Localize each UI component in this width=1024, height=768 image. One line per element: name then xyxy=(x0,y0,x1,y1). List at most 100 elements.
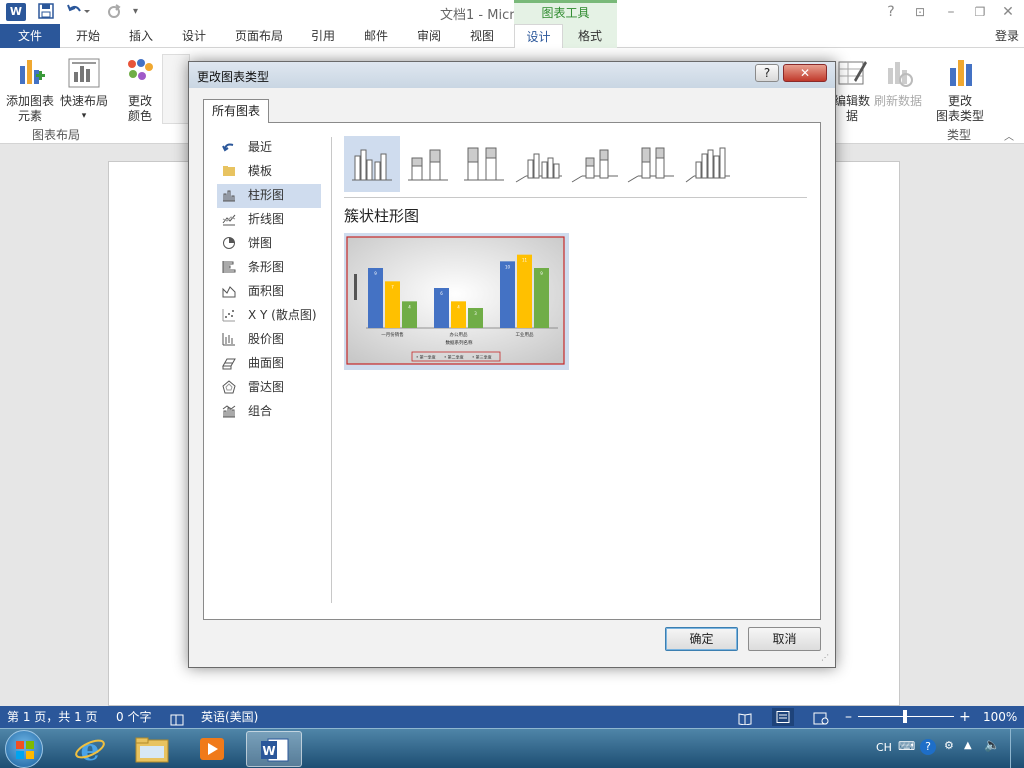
scatter-chart-icon xyxy=(222,309,235,322)
add-chart-element-icon xyxy=(20,60,45,84)
tab-all-charts[interactable]: 所有图表 xyxy=(203,99,269,123)
area-chart-icon xyxy=(222,286,236,298)
change-chart-type-icon xyxy=(950,60,972,86)
show-hidden-icons[interactable]: ▲ xyxy=(964,740,972,751)
tab-home[interactable]: 开始 xyxy=(64,24,112,48)
change-chart-type-button[interactable]: 更改 图表类型 xyxy=(934,52,986,123)
tab-mailings[interactable]: 邮件 xyxy=(353,24,399,48)
zoom-out-icon[interactable]: – xyxy=(845,706,852,728)
preview-data-label: 4 xyxy=(408,304,411,309)
zoom-slider-thumb[interactable] xyxy=(903,710,907,723)
tab-insert[interactable]: 插入 xyxy=(117,24,165,48)
resize-grip-icon[interactable]: ⋰ xyxy=(821,653,829,662)
ribbon-display-options-icon[interactable]: ⊡ xyxy=(907,2,933,22)
quick-layout-dropdown-icon: ▾ xyxy=(81,111,87,121)
subtype-divider xyxy=(344,197,807,198)
category-pie[interactable]: 饼图 xyxy=(219,232,325,254)
print-layout-icon[interactable] xyxy=(772,708,794,726)
tab-file[interactable]: 文件 xyxy=(0,24,60,48)
stacked-column-icon xyxy=(408,149,448,181)
word-count-status[interactable]: 0 个字 xyxy=(116,706,151,728)
subtype-3d-100-stacked-column[interactable] xyxy=(624,136,680,192)
zoom-in-icon[interactable]: + xyxy=(959,706,971,728)
subtype-3d-clustered-column[interactable] xyxy=(512,136,568,192)
media-player-icon[interactable] xyxy=(184,731,240,767)
help-icon[interactable]: ? xyxy=(878,2,904,22)
ok-button[interactable]: 确定 xyxy=(665,627,738,651)
internet-explorer-icon[interactable]: e xyxy=(62,731,118,767)
subtype-stacked-column[interactable] xyxy=(400,136,456,192)
preview-legend-entry: • 第三季度 xyxy=(472,354,492,360)
subtype-100-stacked-column[interactable] xyxy=(456,136,512,192)
change-colors-button[interactable]: 更改 颜色 xyxy=(116,52,164,123)
tab-references[interactable]: 引用 xyxy=(300,24,346,48)
status-bar: 第 1 页，共 1 页 0 个字 英语(美国) – + 100% xyxy=(0,706,1024,728)
preview-data-label: 4 xyxy=(457,304,460,309)
tab-chart-format[interactable]: 格式 xyxy=(566,24,614,48)
quick-layout-button[interactable]: 快速布局 ▾ xyxy=(58,52,110,122)
category-line[interactable]: 折线图 xyxy=(219,208,325,230)
tab-page-layout[interactable]: 页面布局 xyxy=(225,24,293,48)
category-recent[interactable]: 最近 xyxy=(219,136,325,158)
category-combo[interactable]: 组合 xyxy=(219,400,325,422)
volume-icon[interactable]: 🔈 xyxy=(984,738,1000,753)
chart-preview-frame[interactable]: 9 7 4 6 4 3 10 11 9 一月份销售 办公用品 工业用品 数据系列名称 • 第一季度 •… xyxy=(344,233,569,370)
dialog-close-button[interactable]: ✕ xyxy=(783,64,827,82)
preview-x-axis-title: 数据系列名称 xyxy=(446,339,473,346)
category-scatter[interactable]: X Y (散点图) xyxy=(219,304,325,326)
refresh-data-icon xyxy=(888,62,913,87)
word-taskbar-button[interactable]: W xyxy=(246,731,302,767)
preview-category-label: 办公用品 xyxy=(450,331,468,338)
zoom-level[interactable]: 100% xyxy=(983,706,1017,728)
category-stock[interactable]: 股价图 xyxy=(219,328,325,350)
add-chart-element-button[interactable]: 添加图表 元素 xyxy=(4,52,56,123)
category-label: 面积图 xyxy=(248,284,285,298)
windows-taskbar: e W CH ⌨ ? ⚙ ▲ 🔈 xyxy=(0,728,1024,768)
percent-stacked-column-icon xyxy=(464,147,504,181)
tab-review[interactable]: 审阅 xyxy=(406,24,452,48)
recent-icon xyxy=(222,143,234,152)
category-bar[interactable]: 条形图 xyxy=(219,256,325,278)
dialog-help-button[interactable]: ? xyxy=(755,64,779,82)
sign-in-link[interactable]: 登录 xyxy=(990,24,1024,48)
category-area[interactable]: 面积图 xyxy=(219,280,325,302)
chart-styles-gallery[interactable] xyxy=(162,54,190,124)
tab-design-doc[interactable]: 设计 xyxy=(170,24,218,48)
folder-icon xyxy=(223,166,235,176)
category-surface[interactable]: 曲面图 xyxy=(219,352,325,374)
category-radar[interactable]: 雷达图 xyxy=(219,376,325,398)
subtype-3d-column[interactable] xyxy=(680,136,736,192)
subtype-clustered-column[interactable] xyxy=(344,136,400,192)
restore-icon[interactable]: ❐ xyxy=(967,2,993,22)
category-templates[interactable]: 模板 xyxy=(219,160,325,182)
help-tray-icon[interactable]: ? xyxy=(920,739,936,755)
change-chart-type-label-2: 图表类型 xyxy=(935,109,984,123)
cancel-button[interactable]: 取消 xyxy=(748,627,821,651)
keyboard-icon[interactable]: ⌨ xyxy=(898,739,915,753)
collapse-ribbon-icon[interactable]: ︿ xyxy=(1004,128,1014,143)
close-icon[interactable]: ✕ xyxy=(995,2,1021,22)
surface-chart-icon xyxy=(222,358,236,370)
language-status[interactable]: 英语(美国) xyxy=(201,706,258,728)
preview-data-label: 7 xyxy=(391,284,394,289)
start-button-icon[interactable] xyxy=(5,730,43,768)
tab-chart-design[interactable]: 设计 xyxy=(514,24,563,49)
edit-data-label-1: 编辑数 xyxy=(834,94,871,108)
preview-bar xyxy=(500,261,515,328)
file-explorer-icon[interactable] xyxy=(124,731,180,767)
change-chart-type-dialog: 更改图表类型 ? ✕ 所有图表 最近 模板 柱形图 折线图 饼图 条形图 面积图… xyxy=(188,61,836,668)
subtype-3d-stacked-column[interactable] xyxy=(568,136,624,192)
add-chart-element-label-1: 添加图表 xyxy=(5,94,54,108)
tab-view[interactable]: 视图 xyxy=(459,24,505,48)
category-column[interactable]: 柱形图 xyxy=(219,184,325,206)
show-desktop-button[interactable] xyxy=(1010,729,1024,768)
page-count-status[interactable]: 第 1 页，共 1 页 xyxy=(7,706,98,728)
minimize-icon[interactable]: – xyxy=(938,2,964,22)
tray-settings-icon[interactable]: ⚙ xyxy=(944,739,954,752)
input-language-indicator[interactable]: CH xyxy=(876,741,892,754)
ribbon-tabs: 文件 开始 插入 设计 页面布局 引用 邮件 审阅 视图 设计 格式 登录 xyxy=(0,24,1024,49)
edit-data-icon xyxy=(838,61,867,85)
edit-data-button[interactable]: 编辑数 据 xyxy=(834,52,871,123)
category-label: 雷达图 xyxy=(248,380,285,394)
subtype-title: 簇状柱形图 xyxy=(344,207,420,225)
